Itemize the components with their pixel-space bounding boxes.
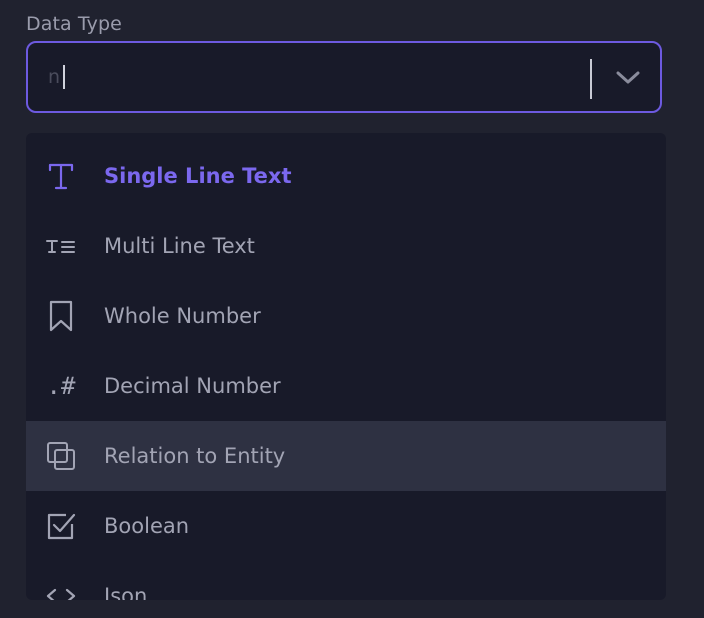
indicator-separator (590, 59, 592, 99)
field-label: Data Type (26, 13, 122, 35)
option-label: Decimal Number (104, 374, 281, 398)
decimal-hash-icon: .# (46, 372, 76, 400)
bookmark-icon (42, 300, 80, 332)
option-whole-number[interactable]: Whole Number (26, 281, 666, 351)
data-type-dropdown-menu: Single Line Text Multi Line Text Whole N… (26, 133, 666, 600)
option-decimal-number[interactable]: .# Decimal Number (26, 351, 666, 421)
option-label: Multi Line Text (104, 234, 255, 258)
checkbox-icon (42, 510, 80, 542)
text-caret (63, 65, 65, 89)
text-t-icon (42, 160, 80, 192)
option-label: Relation to Entity (104, 444, 286, 468)
code-brackets-icon (42, 580, 80, 600)
copy-squares-icon (42, 440, 80, 472)
option-relation-to-entity[interactable]: Relation to Entity (26, 421, 666, 491)
data-type-search-input[interactable] (48, 43, 568, 111)
dropdown-toggle-button[interactable] (604, 55, 652, 101)
multiline-text-icon (42, 230, 80, 262)
data-type-select[interactable] (26, 41, 662, 113)
option-label: Single Line Text (104, 164, 292, 188)
option-json[interactable]: Json (26, 561, 666, 600)
option-label: Whole Number (104, 304, 261, 328)
option-multi-line-text[interactable]: Multi Line Text (26, 211, 666, 281)
option-label: Json (104, 584, 148, 600)
option-single-line-text[interactable]: Single Line Text (26, 141, 666, 211)
option-label: Boolean (104, 514, 190, 538)
chevron-down-icon (616, 71, 640, 84)
option-boolean[interactable]: Boolean (26, 491, 666, 561)
